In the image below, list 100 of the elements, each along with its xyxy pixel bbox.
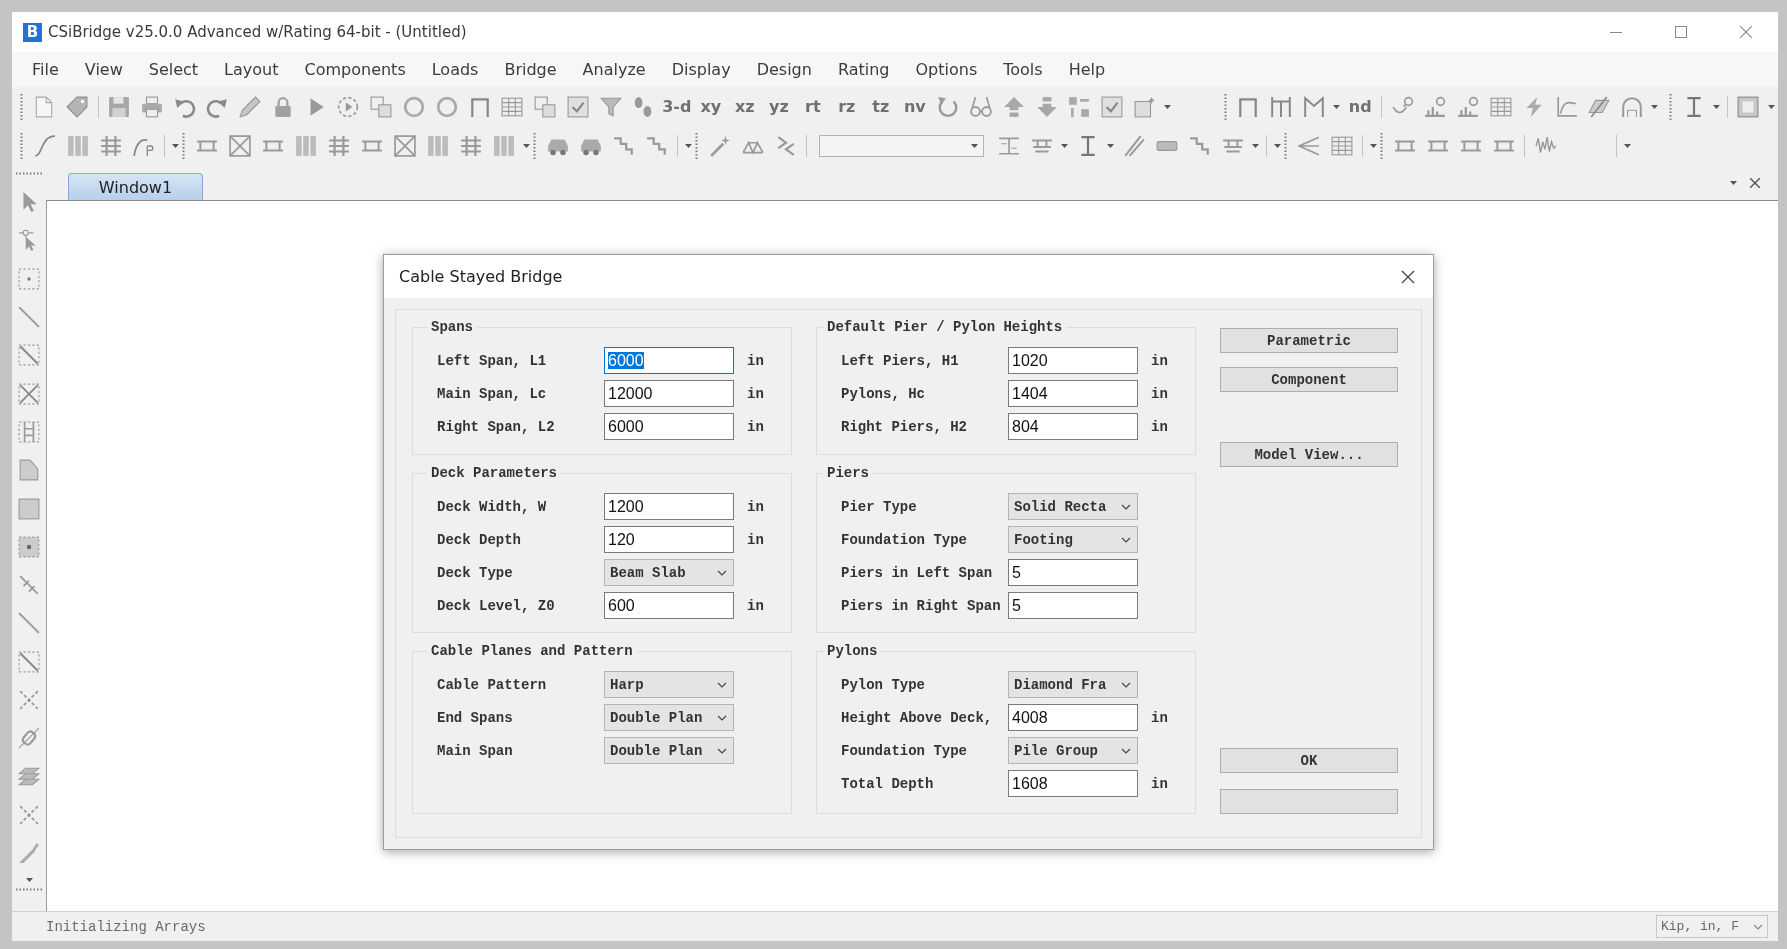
dialog-button[interactable]: Component [1220, 367, 1398, 392]
dashed-cross-icon[interactable] [18, 689, 40, 711]
caret-icon[interactable] [1730, 181, 1737, 185]
window-tab[interactable]: Window1 [68, 173, 203, 200]
line-chart-icon[interactable] [1555, 95, 1578, 118]
grip-icon[interactable] [16, 172, 42, 175]
menu-item[interactable]: Components [304, 60, 406, 79]
caret-icon[interactable] [1333, 104, 1341, 109]
dropdown[interactable]: Footing [1008, 526, 1138, 553]
menu-item[interactable]: Bridge [504, 60, 557, 79]
grip-icon[interactable] [1223, 93, 1227, 120]
lattice-icon[interactable] [459, 135, 482, 157]
menu-item[interactable]: Design [756, 60, 812, 79]
menu-item[interactable]: Loads [431, 60, 479, 79]
text-field[interactable]: 6000 [604, 413, 734, 440]
grip-icon[interactable] [182, 133, 185, 159]
lattice-icon[interactable] [327, 135, 350, 157]
columns-icon[interactable] [426, 135, 449, 157]
dropdown[interactable]: Double Plan [604, 704, 734, 731]
menu-item[interactable]: File [32, 60, 59, 79]
caret-icon[interactable] [1370, 144, 1377, 148]
pentagon-icon[interactable] [18, 459, 40, 482]
text-field[interactable]: 6000 [604, 347, 734, 374]
caret-icon[interactable] [1061, 144, 1068, 148]
fan-lines-icon[interactable] [1297, 135, 1320, 157]
dotted-square-point-icon[interactable] [18, 267, 40, 290]
bars-circle-icon[interactable] [1457, 95, 1480, 118]
menu-item[interactable]: Help [1068, 60, 1106, 79]
caret-icon[interactable] [1651, 104, 1659, 109]
dialog-button[interactable]: Model View... [1220, 442, 1398, 467]
caret-icon[interactable] [1164, 104, 1172, 109]
dropdown[interactable]: Beam Slab [604, 559, 734, 586]
glasses-icon[interactable] [970, 95, 992, 118]
units-dropdown[interactable]: Kip, in, F [1656, 915, 1768, 938]
menu-item[interactable]: Tools [1003, 60, 1043, 79]
view-button[interactable]: rt [795, 97, 830, 116]
portal-frame-icon[interactable] [1237, 95, 1260, 118]
grip-icon[interactable] [1380, 133, 1383, 159]
menu-item[interactable]: Options [915, 60, 978, 79]
dialog-button[interactable] [1220, 789, 1398, 814]
rotate-icon[interactable] [937, 95, 960, 118]
overlapping-squares-icon[interactable] [534, 95, 557, 118]
layers-icon[interactable] [18, 765, 40, 788]
text-field[interactable]: 1020 [1008, 347, 1138, 374]
grip-icon[interactable] [1284, 133, 1287, 159]
grip-icon[interactable] [695, 133, 698, 159]
toolbar-button[interactable]: nd [1343, 97, 1378, 116]
caret-icon[interactable] [1767, 104, 1775, 109]
dropdown[interactable]: Double Plan [604, 737, 734, 764]
view-button[interactable]: 3-d [659, 97, 694, 116]
crossed-square-icon[interactable] [228, 135, 251, 157]
menu-item[interactable]: Layout [224, 60, 279, 79]
dropdown[interactable]: Harp [604, 671, 734, 698]
grip-icon[interactable] [1669, 93, 1673, 120]
grip-icon[interactable] [533, 133, 536, 159]
caret-icon[interactable] [523, 144, 530, 148]
arrow-up-icon[interactable] [1002, 95, 1025, 118]
dashed-cross-icon[interactable] [18, 803, 40, 826]
caret-icon[interactable] [172, 144, 179, 148]
menu-item[interactable]: Select [148, 60, 199, 79]
caret-icon[interactable] [1624, 144, 1631, 148]
columns-icon[interactable] [294, 135, 317, 157]
checkbox-icon[interactable] [566, 95, 589, 118]
menu-item[interactable]: Rating [837, 60, 890, 79]
view-button[interactable]: xy [693, 97, 728, 116]
caret-icon[interactable] [1107, 144, 1114, 148]
magic-wand-icon[interactable] [708, 135, 731, 157]
squares-bars-icon[interactable] [1068, 95, 1091, 118]
save-icon[interactable] [107, 95, 130, 118]
table-icon[interactable] [1330, 135, 1353, 157]
curve-icon[interactable] [33, 135, 56, 157]
square-frame-icon[interactable] [1737, 95, 1760, 118]
crossed-square-icon[interactable] [393, 135, 416, 157]
text-field[interactable]: 600 [604, 592, 734, 619]
checkbox-icon[interactable] [1101, 95, 1124, 118]
view-button[interactable]: yz [761, 97, 796, 116]
funnel-icon[interactable] [599, 95, 622, 118]
dialog-button[interactable]: OK [1220, 748, 1398, 773]
menu-item[interactable]: Analyze [582, 60, 646, 79]
bars-circle-icon[interactable] [1424, 95, 1447, 118]
square-sparkle-icon[interactable] [1133, 95, 1156, 118]
printer-icon[interactable] [140, 95, 163, 118]
grip-icon[interactable] [16, 888, 42, 892]
menu-item[interactable]: Display [671, 60, 731, 79]
view-button[interactable]: xz [727, 97, 762, 116]
pencil-icon[interactable] [239, 95, 262, 118]
dotted-ladder-icon[interactable] [18, 420, 40, 443]
table-icon[interactable] [501, 95, 524, 118]
text-field[interactable]: 4008 [1008, 704, 1138, 731]
steps-icon[interactable] [612, 135, 635, 157]
caret-icon[interactable] [1713, 104, 1721, 109]
diagonal-line-icon[interactable] [18, 612, 40, 635]
menu-item[interactable]: View [84, 60, 123, 79]
caret-icon[interactable] [25, 878, 33, 883]
text-field[interactable]: 12000 [604, 380, 734, 407]
arch-icon[interactable] [1621, 95, 1644, 118]
lines-icon[interactable] [997, 135, 1020, 157]
grip-icon[interactable] [20, 133, 23, 159]
pen-icon[interactable] [18, 842, 40, 865]
text-field[interactable]: 5 [1008, 559, 1138, 586]
